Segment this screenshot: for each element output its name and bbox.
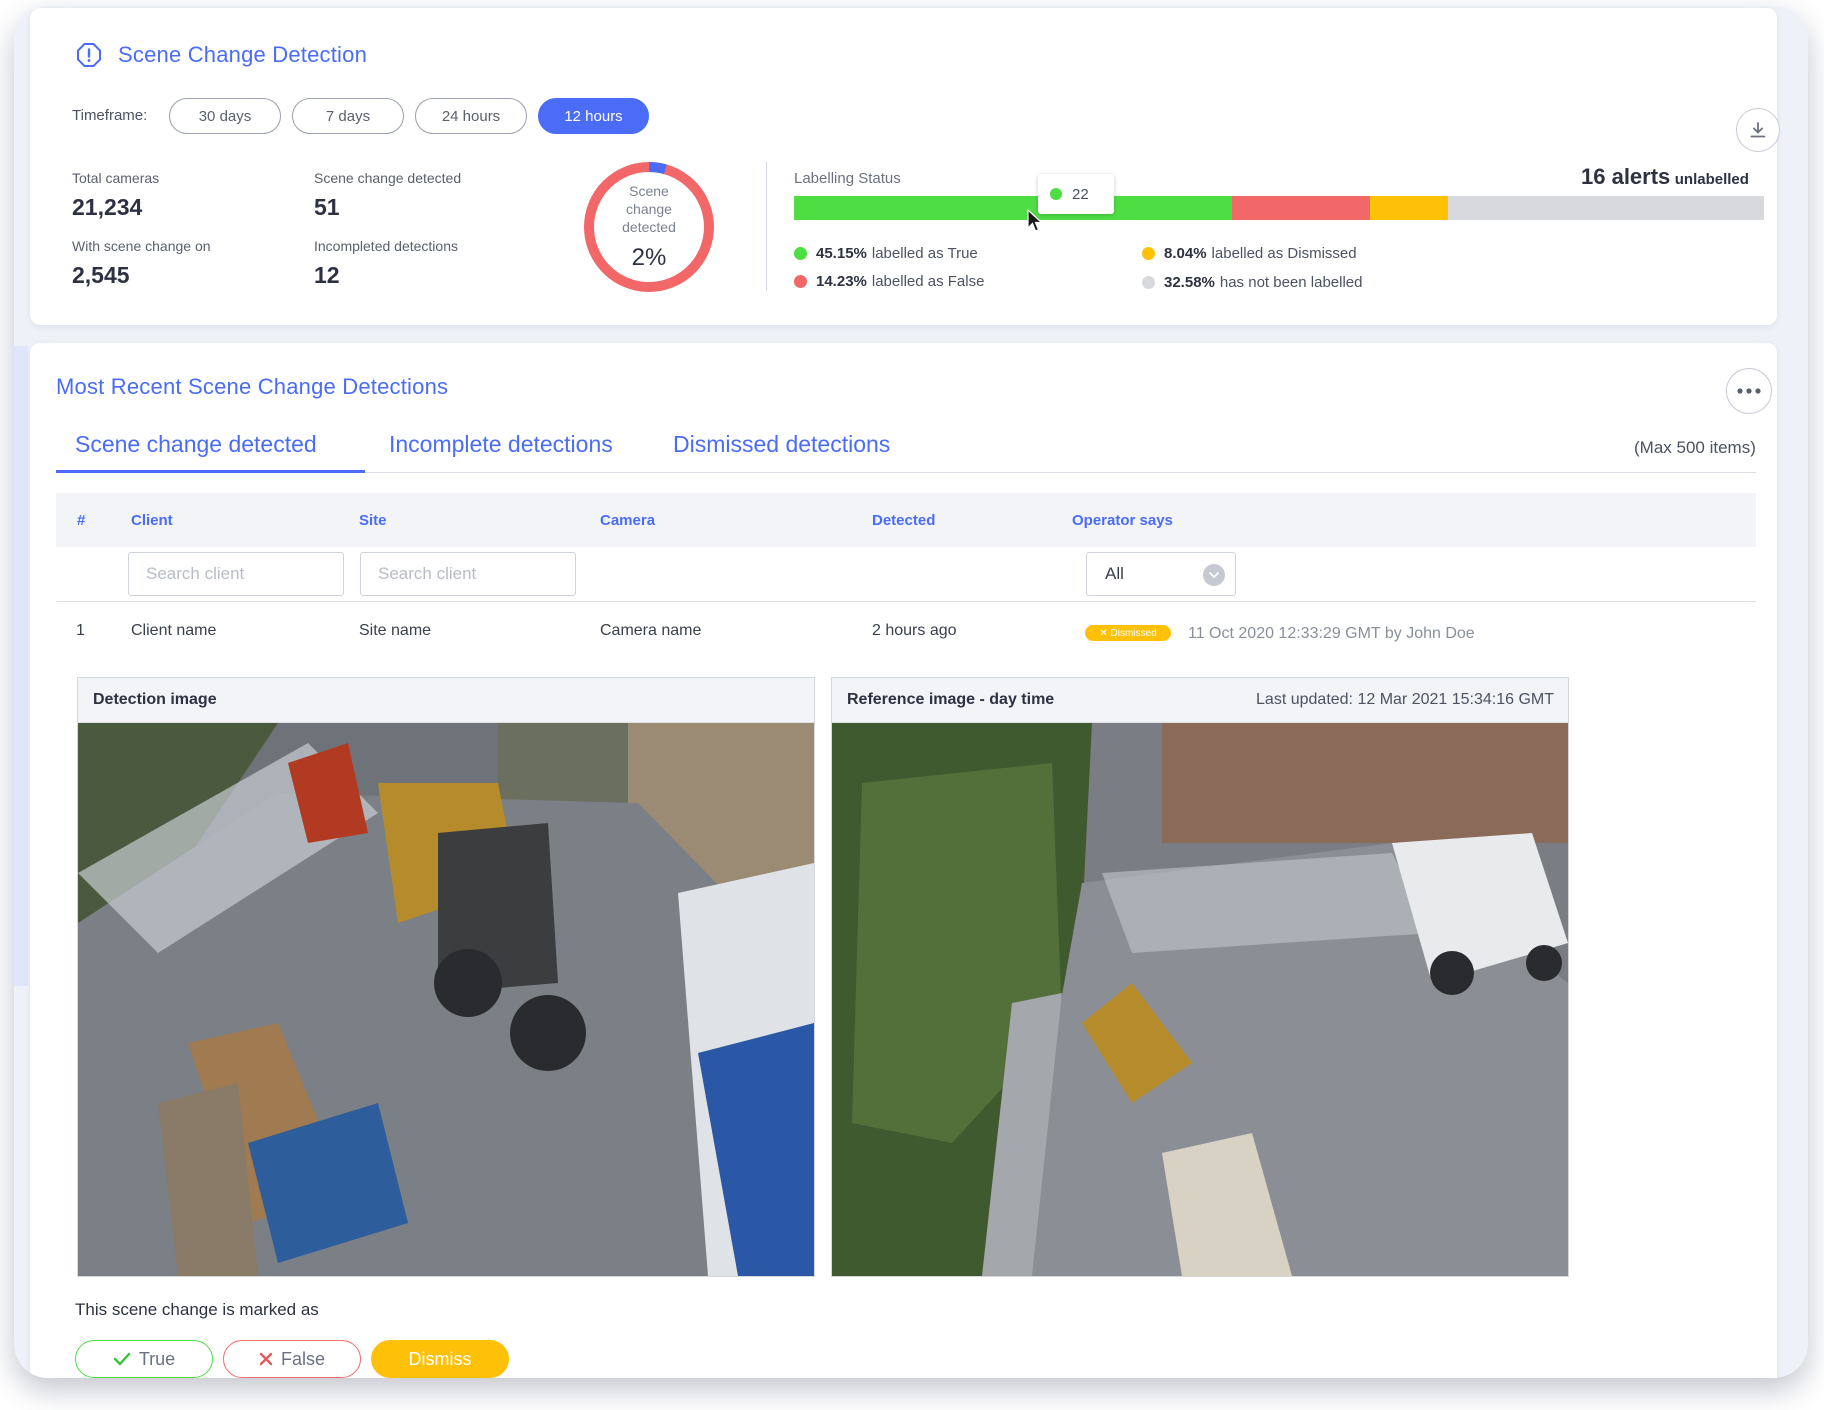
- active-tab-indicator: [56, 470, 365, 473]
- tab-incomplete-detections[interactable]: Incomplete detections: [389, 431, 613, 458]
- search-client-input[interactable]: [128, 552, 344, 596]
- status-bar-segment-1[interactable]: [1231, 196, 1370, 220]
- timeframe-label: Timeframe:: [72, 107, 148, 124]
- max-items-note: (Max 500 items): [1634, 438, 1756, 457]
- legend-dot-true: [794, 247, 807, 260]
- status-bar-segment-0[interactable]: [794, 196, 1232, 220]
- marked-as-label: This scene change is marked as: [75, 1300, 319, 1319]
- summary-card: Scene Change Detection Timeframe: 30 day…: [30, 8, 1780, 325]
- app-frame: Scene Change Detection Timeframe: 30 day…: [14, 6, 1808, 1378]
- frame-accent: [14, 346, 28, 986]
- legend-dot-unlabelled: [1142, 276, 1155, 289]
- mark-true-button[interactable]: True: [75, 1340, 213, 1378]
- bar-tooltip: 22: [1038, 174, 1114, 214]
- incompleted-label: Incompleted detections: [314, 238, 458, 254]
- dismiss-button[interactable]: Dismiss: [371, 1340, 509, 1378]
- tab-dismissed-detections[interactable]: Dismissed detections: [673, 431, 890, 458]
- legend-true: 45.15% labelled as True: [794, 245, 978, 262]
- tab-scene-change-detected[interactable]: Scene change detected: [75, 431, 317, 458]
- table-row-divider: [56, 601, 1756, 602]
- operator-filter-value: All: [1105, 564, 1124, 583]
- with-scene-change-label: With scene change on: [72, 238, 211, 254]
- row-site: Site name: [359, 622, 432, 639]
- total-cameras-value: 21,234: [72, 194, 143, 220]
- donut-percent: 2%: [631, 244, 667, 271]
- labelling-status-title: Labelling Status: [794, 170, 901, 187]
- tooltip-value: 22: [1072, 185, 1089, 203]
- alert-octagon-icon: [77, 43, 101, 67]
- summary-divider: [766, 162, 767, 291]
- reference-image-updated: Last updated: 12 Mar 2021 15:34:16 GMT: [1256, 691, 1554, 708]
- download-icon: [1750, 122, 1766, 138]
- incompleted-value: 12: [314, 262, 340, 288]
- unlabelled-alerts: 16 alerts unlabelled: [1581, 164, 1749, 189]
- column-operator-says[interactable]: Operator says: [1072, 512, 1173, 529]
- operator-filter-select[interactable]: All: [1086, 552, 1236, 596]
- tooltip-dot: [1050, 188, 1062, 200]
- total-cameras-label: Total cameras: [72, 170, 160, 186]
- row-camera: Camera name: [600, 622, 702, 639]
- more-horizontal-icon: [1737, 388, 1761, 394]
- status-bar-segment-3[interactable]: [1447, 196, 1764, 220]
- reference-image-header: Reference image - day time Last updated:…: [832, 678, 1568, 723]
- detection-image-panel: Detection image: [77, 677, 815, 1277]
- detection-image[interactable]: [78, 723, 814, 1276]
- with-scene-change-value: 2,545: [72, 262, 130, 288]
- mark-true-label: True: [138, 1348, 176, 1369]
- labelling-status-bar[interactable]: [794, 196, 1764, 220]
- timeframe-30-days[interactable]: 30 days: [169, 98, 281, 134]
- detection-image-header: Detection image: [78, 678, 814, 723]
- column-camera[interactable]: Camera: [600, 512, 655, 529]
- mark-false-label: False: [280, 1348, 325, 1369]
- donut-label: Scene change detected: [622, 183, 676, 235]
- scene-change-label: Scene change detected: [314, 170, 462, 186]
- row-index: 1: [76, 622, 85, 639]
- reference-image[interactable]: [832, 723, 1568, 1276]
- cursor-icon: [1027, 208, 1044, 232]
- mark-false-button[interactable]: False: [223, 1340, 361, 1378]
- reference-image-title: Reference image - day time: [847, 691, 1055, 708]
- detection-image-title: Detection image: [93, 691, 217, 708]
- check-icon: [113, 1352, 131, 1366]
- row-detected: 2 hours ago: [872, 622, 957, 639]
- legend-false: 14.23% labelled as False: [794, 273, 984, 290]
- legend-dot-false: [794, 275, 807, 288]
- column-site[interactable]: Site: [359, 512, 387, 529]
- scene-change-value: 51: [314, 194, 340, 220]
- more-options-button[interactable]: [1726, 368, 1772, 414]
- status-bar-segment-2[interactable]: [1369, 196, 1448, 220]
- recent-detections-title: Most Recent Scene Change Detections: [56, 374, 449, 399]
- download-button[interactable]: [1736, 108, 1780, 152]
- row-client: Client name: [131, 622, 217, 639]
- column-detected[interactable]: Detected: [872, 512, 935, 529]
- operator-meta: 11 Oct 2020 12:33:29 GMT by John Doe: [1188, 625, 1475, 642]
- column-index: #: [77, 512, 86, 529]
- page-title: Scene Change Detection: [118, 42, 368, 67]
- column-client[interactable]: Client: [131, 512, 173, 529]
- x-icon: [259, 1352, 273, 1366]
- legend-unlabelled: 32.58% has not been labelled: [1142, 274, 1363, 291]
- legend-dot-dismissed: [1142, 247, 1155, 260]
- timeframe-24-hours[interactable]: 24 hours: [415, 98, 527, 134]
- chevron-down-icon: [1203, 564, 1225, 586]
- dismissed-badge: ✕ Dismissed: [1085, 625, 1171, 641]
- timeframe-7-days[interactable]: 7 days: [292, 98, 404, 134]
- search-site-input[interactable]: [360, 552, 576, 596]
- reference-image-panel: Reference image - day time Last updated:…: [831, 677, 1569, 1277]
- timeframe-12-hours[interactable]: 12 hours: [538, 98, 649, 134]
- legend-dismissed: 8.04% labelled as Dismissed: [1142, 245, 1357, 262]
